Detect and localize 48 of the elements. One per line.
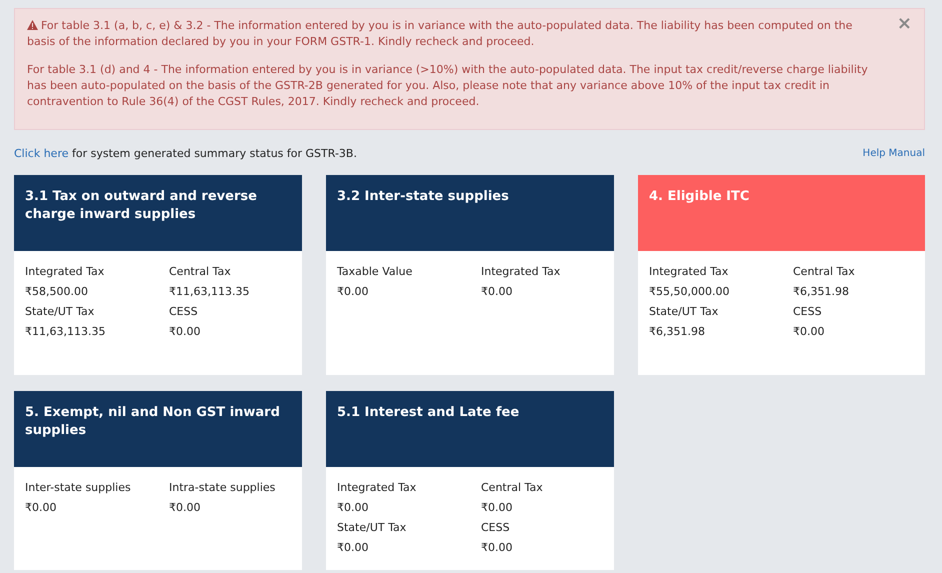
field-label: Central Tax bbox=[793, 264, 856, 280]
summary-tile[interactable]: 3.1 Tax on outward and reverse charge inward supplies Integrated Tax Central Tax ₹58,500.00 ₹11,63,113.35 State/UT Tax CESS ₹11,63,113.35 ₹0.00 bbox=[14, 175, 302, 375]
field-value: ₹0.00 bbox=[25, 500, 58, 516]
summary-status-text: Click here for system generated summary status for GSTR-3B. bbox=[14, 146, 357, 161]
field-value: ₹0.00 bbox=[481, 284, 514, 300]
tile-title: 5.1 Interest and Late fee bbox=[326, 391, 614, 467]
field-value: ₹0.00 bbox=[481, 500, 514, 516]
field-label: CESS bbox=[169, 304, 199, 320]
summary-tile[interactable]: 3.2 Inter-state supplies Taxable Value Integrated Tax ₹0.00 ₹0.00 bbox=[326, 175, 614, 375]
field-value: ₹6,351.98 bbox=[649, 324, 706, 340]
field-value: ₹11,63,113.35 bbox=[169, 284, 250, 300]
field-value: ₹55,50,000.00 bbox=[649, 284, 730, 300]
tile-title: 4. Eligible ITC bbox=[638, 175, 925, 251]
summary-tile[interactable]: 5. Exempt, nil and Non GST inward supplies Inter-state supplies Intra-state supplies ₹0.00 ₹0.00 bbox=[14, 391, 302, 570]
summary-tile[interactable]: 4. Eligible ITC Integrated Tax Central Tax ₹55,50,000.00 ₹6,351.98 State/UT Tax CESS ₹6,351.98 ₹0.00 bbox=[638, 175, 925, 375]
field-label: Integrated Tax bbox=[337, 480, 418, 496]
field-label: State/UT Tax bbox=[337, 520, 408, 536]
field-value: ₹0.00 bbox=[481, 540, 514, 556]
field-label: Intra-state supplies bbox=[169, 480, 276, 496]
field-label: State/UT Tax bbox=[649, 304, 720, 320]
tile-title: 3.1 Tax on outward and reverse charge inward supplies bbox=[14, 175, 302, 251]
field-value: ₹0.00 bbox=[337, 284, 370, 300]
field-value: ₹58,500.00 bbox=[25, 284, 89, 300]
click-here-link[interactable]: Click here bbox=[14, 147, 68, 160]
field-value: ₹0.00 bbox=[337, 500, 370, 516]
field-label: Integrated Tax bbox=[649, 264, 730, 280]
field-value: ₹11,63,113.35 bbox=[25, 324, 106, 340]
field-label: State/UT Tax bbox=[25, 304, 96, 320]
field-label: Inter-state supplies bbox=[25, 480, 132, 496]
summary-tile[interactable]: 5.1 Interest and Late fee Integrated Tax Central Tax ₹0.00 ₹0.00 State/UT Tax CESS ₹0.00 ₹0.00 bbox=[326, 391, 614, 570]
field-label: Integrated Tax bbox=[25, 264, 106, 280]
field-label: Taxable Value bbox=[337, 264, 414, 280]
field-label: Central Tax bbox=[481, 480, 544, 496]
field-label: CESS bbox=[793, 304, 823, 320]
field-label: Central Tax bbox=[169, 264, 232, 280]
field-label: Integrated Tax bbox=[481, 264, 562, 280]
alert-message: For table 3.1 (a, b, c, e) & 3.2 - The information entered by you is in variance with the auto-populated data. The liability has been computed on the basis of the information declared by you in your FORM GSTR-1. Kindly recheck and proceed. bbox=[27, 18, 854, 50]
field-value: ₹6,351.98 bbox=[793, 284, 850, 300]
field-value: ₹0.00 bbox=[169, 500, 202, 516]
field-value: ₹0.00 bbox=[169, 324, 202, 340]
field-value: ₹0.00 bbox=[337, 540, 370, 556]
field-value: ₹0.00 bbox=[793, 324, 826, 340]
alert-message: For table 3.1 (d) and 4 - The information entered by you is in variance (>10%) with the auto-populated data. The input tax credit/reverse charge liability has been auto-populated on the basis of the GSTR-2B generated for you. Also, please note that any variance above 10% of the input tax credit in contravention to Rule 36(4) of the CGST Rules, 2017. Kindly recheck and proceed. bbox=[27, 62, 869, 110]
help-manual-link[interactable]: Help Manual bbox=[862, 146, 925, 161]
tile-title: 5. Exempt, nil and Non GST inward supplies bbox=[14, 391, 302, 467]
field-label: CESS bbox=[481, 520, 511, 536]
warning-icon bbox=[27, 20, 38, 30]
tile-title: 3.2 Inter-state supplies bbox=[326, 175, 614, 251]
